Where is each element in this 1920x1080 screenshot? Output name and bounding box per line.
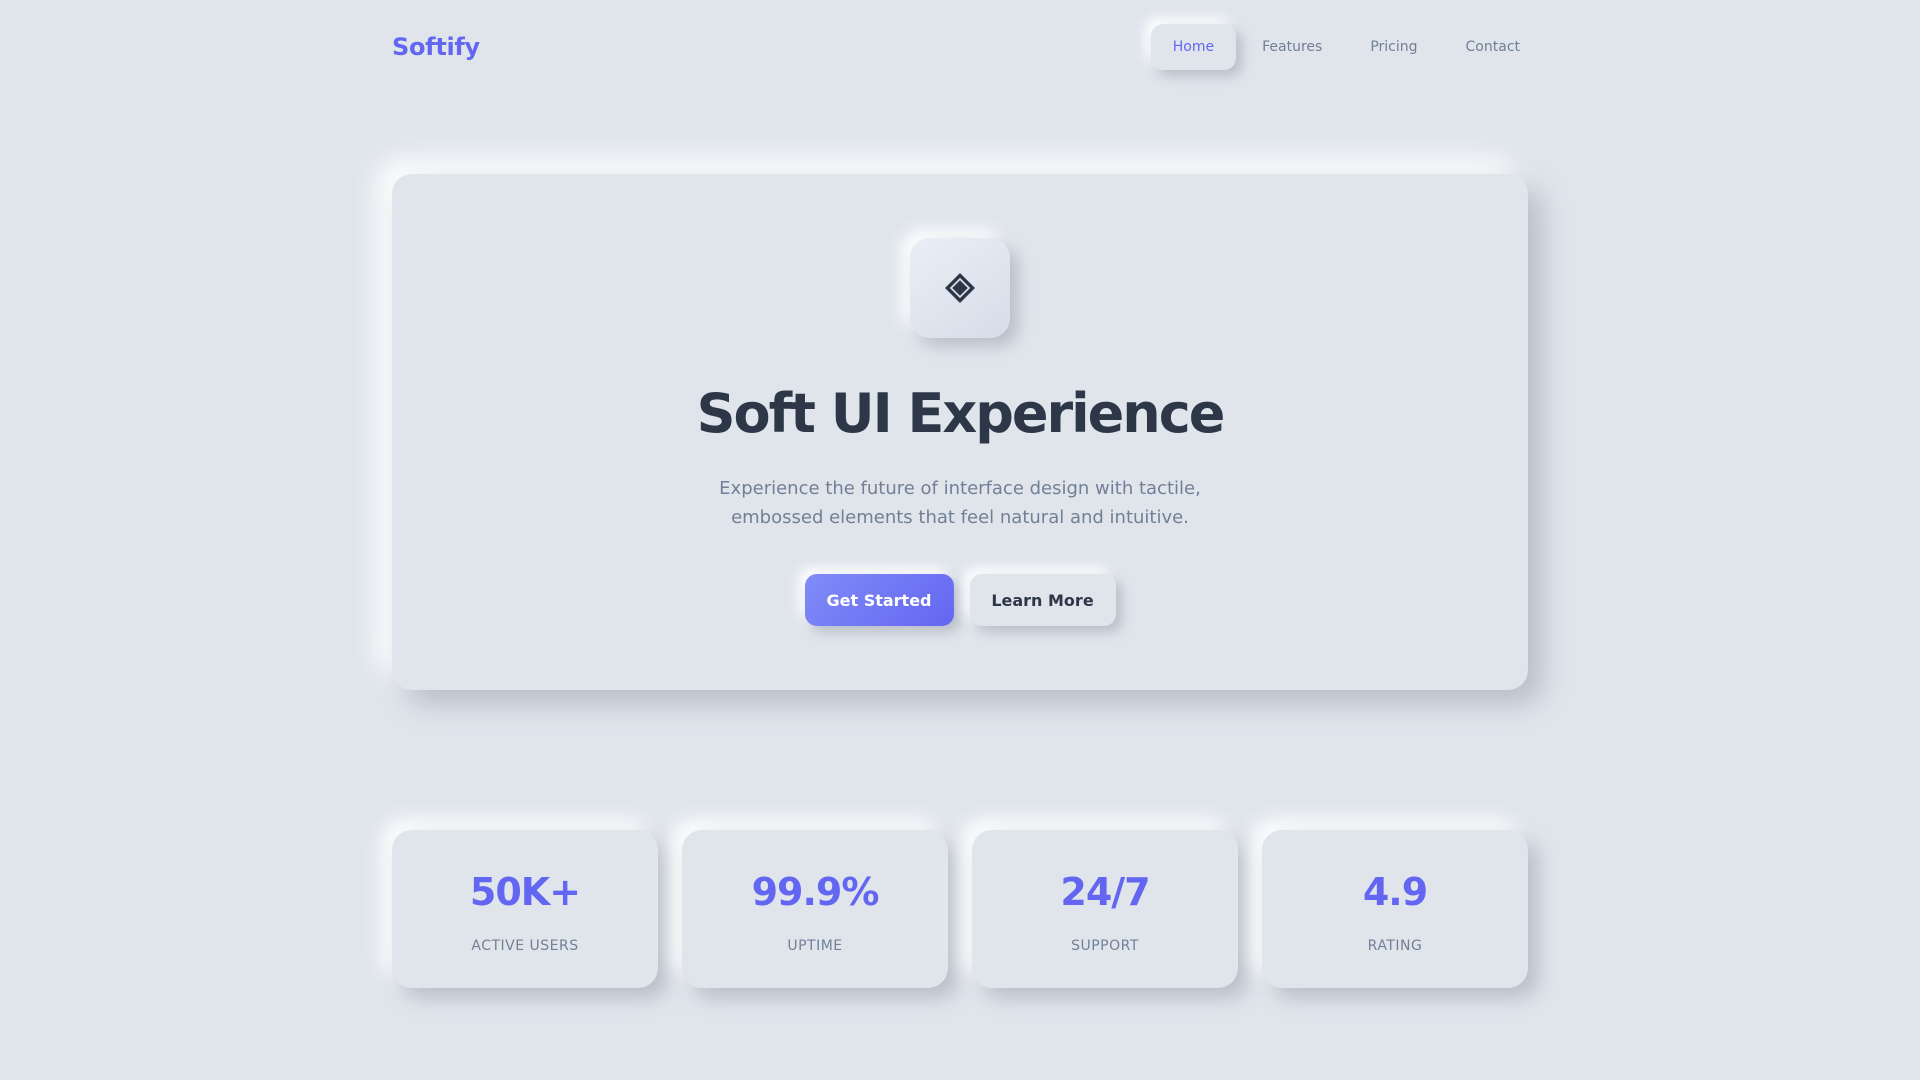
brand-logo[interactable]: Softify [392, 33, 480, 61]
hero-title: Soft UI Experience [696, 382, 1226, 445]
get-started-button[interactable]: Get Started [804, 574, 954, 626]
nav-link-pricing[interactable]: Pricing [1348, 24, 1439, 70]
stat-value: 4.9 [1362, 870, 1428, 914]
stat-card-active-users: 50K+ ACTIVE USERS [392, 830, 658, 988]
stat-label: SUPPORT [1071, 938, 1139, 954]
nav-links: Home Features Pricing Contact [1150, 22, 1542, 72]
stat-card-support: 24/7 SUPPORT [972, 830, 1238, 988]
page: Softify Home Features Pricing Contact So… [0, 0, 1920, 1080]
stat-value: 24/7 [1060, 870, 1150, 914]
stat-card-uptime: 99.9% UPTIME [682, 830, 948, 988]
stat-value: 99.9% [751, 870, 880, 914]
hero-subtitle: Experience the future of interface desig… [392, 474, 1528, 532]
stats-row: 50K+ ACTIVE USERS 99.9% UPTIME 24/7 SUPP… [392, 830, 1528, 988]
navbar: Softify Home Features Pricing Contact [392, 22, 1528, 72]
hero-subtitle-line-1: Experience the future of interface desig… [719, 478, 1201, 499]
nav-link-features[interactable]: Features [1240, 24, 1344, 70]
hero-subtitle-line-2: embossed elements that feel natural and … [731, 507, 1189, 528]
stat-label: ACTIVE USERS [471, 938, 579, 954]
stat-label: RATING [1367, 938, 1423, 954]
stat-value: 50K+ [469, 870, 581, 914]
learn-more-button[interactable]: Learn More [969, 574, 1116, 626]
hero-icon-tile [910, 238, 1010, 338]
nav-link-home[interactable]: Home [1150, 24, 1237, 70]
hero-card: Soft UI Experience Experience the future… [392, 174, 1528, 690]
nav-link-contact[interactable]: Contact [1444, 24, 1542, 70]
stat-card-rating: 4.9 RATING [1262, 830, 1528, 988]
stat-label: UPTIME [787, 938, 843, 954]
diamond-icon [945, 273, 975, 303]
hero-buttons: Get Started Learn More [392, 574, 1528, 626]
